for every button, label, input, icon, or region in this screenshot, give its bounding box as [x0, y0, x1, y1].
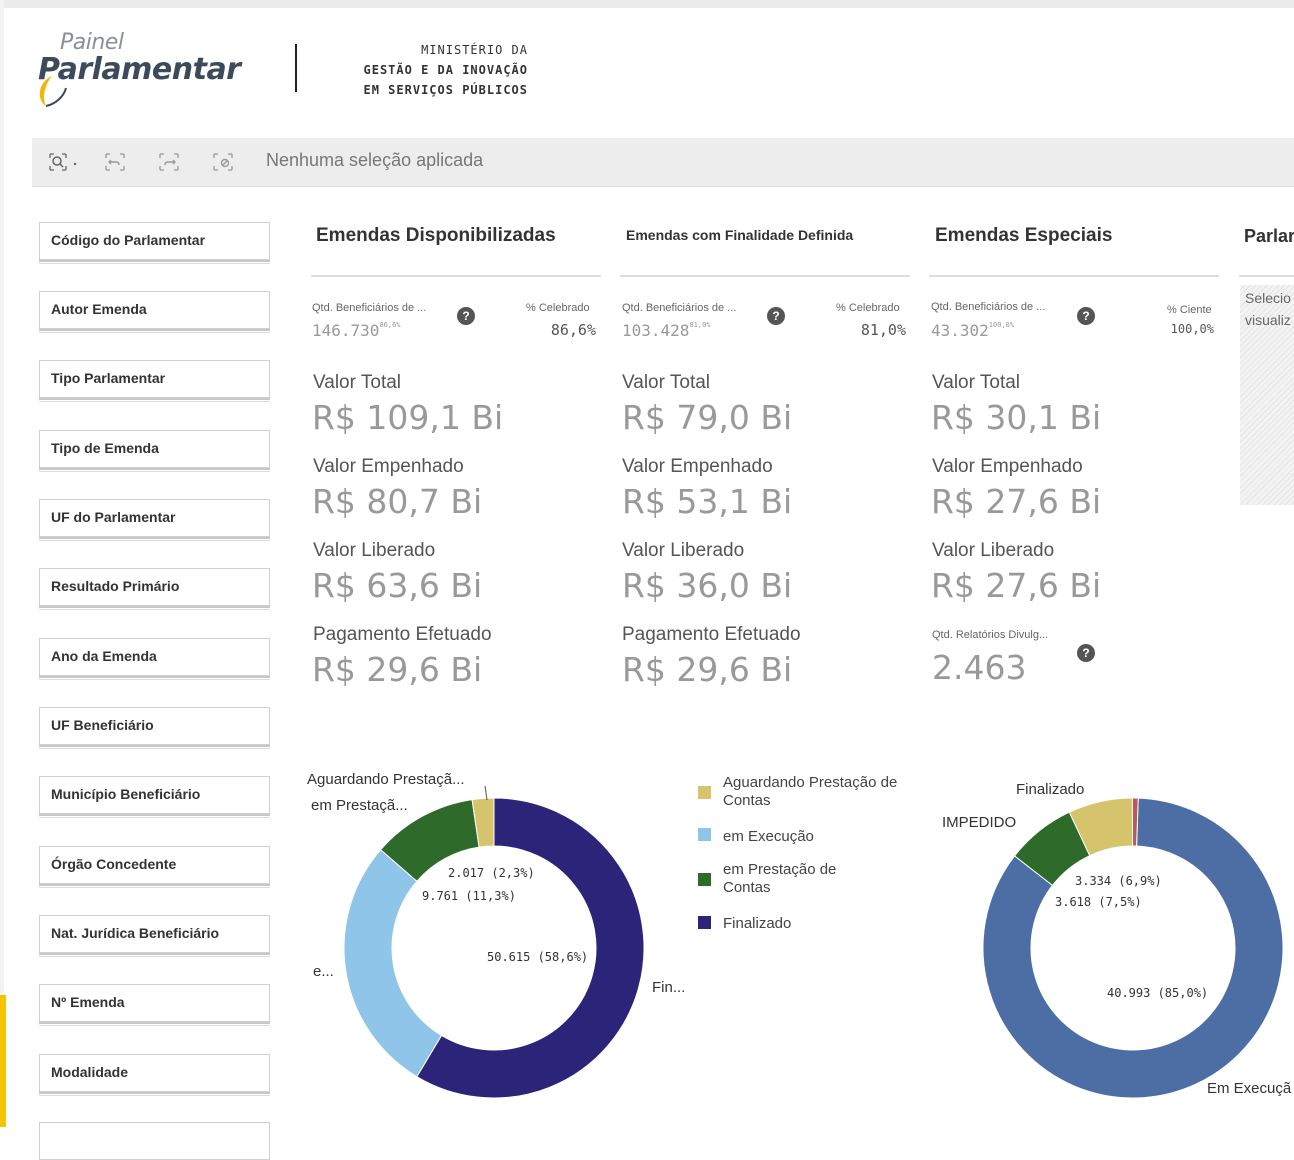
- data-label: 40.993 (85,0%): [1107, 986, 1209, 1000]
- slice-label: IMPEDIDO: [942, 814, 1017, 831]
- filter-next[interactable]: [39, 1122, 270, 1160]
- data-label: 3.618 (7,5%): [1055, 895, 1142, 909]
- data-label: 3.334 (6,9%): [1075, 874, 1162, 888]
- slice-label: Em Execuçã: [1207, 1080, 1292, 1097]
- slice-label: Finalizado: [1016, 781, 1085, 798]
- donut-chart-especiais[interactable]: [0, 0, 1294, 1127]
